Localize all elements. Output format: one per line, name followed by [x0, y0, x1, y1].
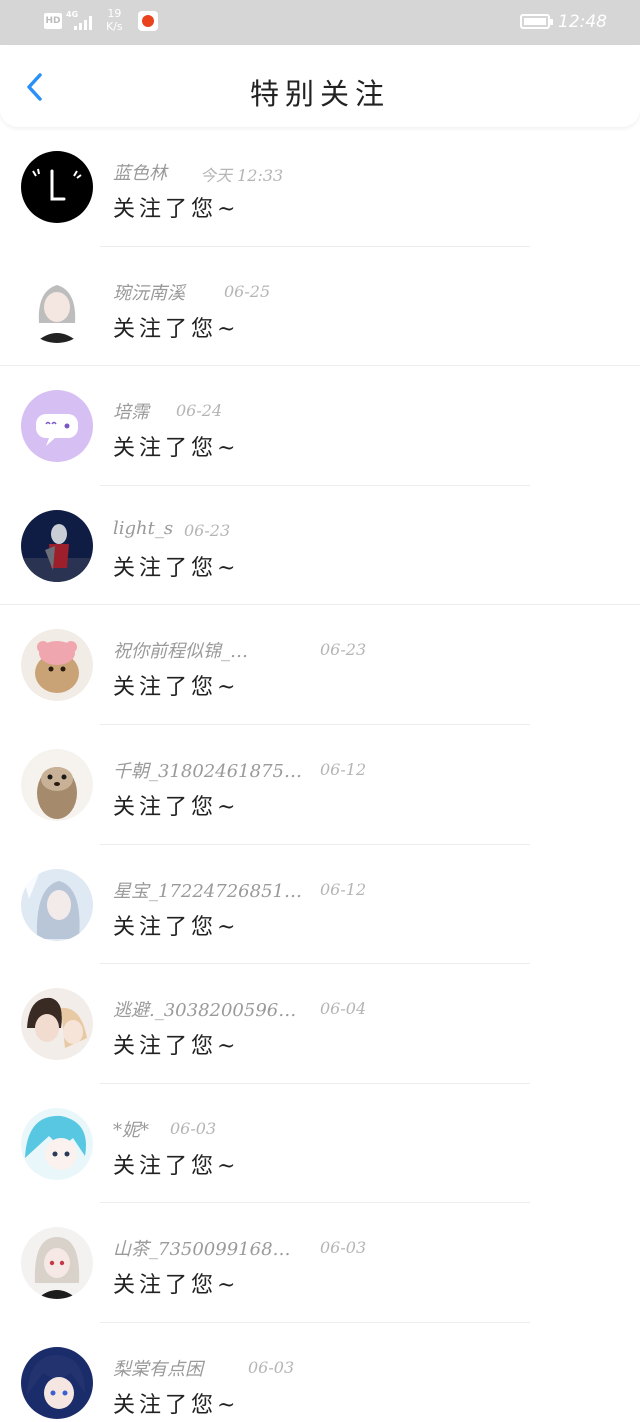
- header: 特别关注: [0, 45, 640, 127]
- follow-message: 关注了您~: [113, 914, 240, 940]
- avatar[interactable]: [21, 1346, 93, 1419]
- user-name[interactable]: *妮*: [113, 1116, 149, 1142]
- page-title: 特别关注: [249, 77, 390, 111]
- follow-date: 06-03: [320, 1238, 367, 1258]
- user-name[interactable]: 琬沅南溪: [113, 279, 185, 305]
- follow-date: 06-12: [320, 759, 367, 779]
- follow-message: 关注了您~: [113, 675, 240, 701]
- avatar[interactable]: [21, 270, 93, 343]
- avatar[interactable]: [21, 151, 93, 223]
- list-item[interactable]: 逃避._3038200596… 06-04 关注了您~: [0, 964, 640, 1084]
- follow-date: 06-25: [224, 281, 271, 301]
- user-name[interactable]: 千朝_31802461875…: [113, 757, 302, 783]
- follow-message: 关注了您~: [113, 197, 240, 222]
- app-notification-icon: [138, 11, 158, 31]
- battery-icon: [520, 14, 553, 29]
- list-item[interactable]: light_s 06-23 关注了您~: [0, 486, 640, 606]
- avatar[interactable]: [21, 509, 93, 582]
- follow-date: 今天 12:33: [200, 166, 284, 185]
- avatar[interactable]: [21, 868, 93, 941]
- follow-message: 关注了您~: [113, 316, 240, 342]
- follow-date: 06-23: [184, 520, 231, 540]
- list-item[interactable]: 星宝_17224726851… 06-12 关注了您~: [0, 845, 640, 965]
- follow-date: 06-03: [248, 1357, 295, 1377]
- list-item[interactable]: 千朝_31802461875… 06-12 关注了您~: [0, 725, 640, 845]
- user-name[interactable]: 山茶_7350099168…: [113, 1235, 291, 1261]
- follow-date: 06-03: [170, 1118, 217, 1138]
- list-item[interactable]: 山茶_7350099168… 06-03 关注了您~: [0, 1203, 640, 1323]
- follow-message: 关注了您~: [113, 1392, 240, 1418]
- user-name[interactable]: 星宝_17224726851…: [113, 877, 302, 903]
- follow-date: 06-23: [320, 640, 367, 660]
- user-name[interactable]: 梨棠有点困: [113, 1355, 203, 1381]
- signal-icon: [74, 14, 96, 30]
- list-item[interactable]: 培霈 06-24 关注了您~: [0, 366, 640, 486]
- follow-date: 06-24: [176, 401, 223, 421]
- network-speed: 19 K/s: [106, 7, 123, 33]
- network-speed-value: 19: [107, 7, 122, 20]
- avatar[interactable]: [21, 1227, 93, 1300]
- avatar[interactable]: [21, 629, 93, 702]
- user-name[interactable]: 培霈: [113, 398, 149, 424]
- follow-message: 关注了您~: [113, 1034, 240, 1060]
- list-item[interactable]: 祝你前程似锦_… 06-23 关注了您~: [0, 605, 640, 725]
- list-item[interactable]: *妮* 06-03 关注了您~: [0, 1084, 640, 1204]
- avatar[interactable]: [21, 390, 93, 463]
- user-name[interactable]: 祝你前程似锦_…: [113, 637, 248, 663]
- follow-message: 关注了您~: [113, 794, 240, 820]
- hd-indicator: HD: [44, 13, 62, 29]
- status-bar: HD 4G 19 K/s 12:48: [0, 0, 640, 45]
- list-item[interactable]: 梨棠有点困 06-03 关注了您~: [0, 1323, 640, 1422]
- avatar[interactable]: [21, 1107, 93, 1180]
- user-name[interactable]: light_s: [113, 518, 173, 539]
- network-speed-unit: K/s: [106, 20, 123, 33]
- list-item[interactable]: 蓝色林 今天 12:33 关注了您~: [0, 127, 640, 247]
- follow-date: 06-12: [320, 879, 367, 899]
- user-name[interactable]: 蓝色林: [113, 159, 167, 185]
- follow-message: 关注了您~: [113, 436, 240, 462]
- follow-message: 关注了您~: [113, 1153, 240, 1179]
- follow-message: 关注了您~: [113, 1273, 240, 1299]
- follow-list: 蓝色林 今天 12:33 关注了您~ 琬沅南溪 06-25 关注了您~ 培霈 0…: [0, 127, 640, 1422]
- follow-message: 关注了您~: [113, 555, 240, 581]
- list-item[interactable]: 琬沅南溪 06-25 关注了您~: [0, 247, 640, 367]
- status-time: 12:48: [558, 12, 607, 32]
- avatar[interactable]: [21, 988, 93, 1061]
- user-name[interactable]: 逃避._3038200596…: [113, 996, 296, 1022]
- follow-date: 06-04: [320, 999, 367, 1019]
- avatar[interactable]: [21, 748, 93, 821]
